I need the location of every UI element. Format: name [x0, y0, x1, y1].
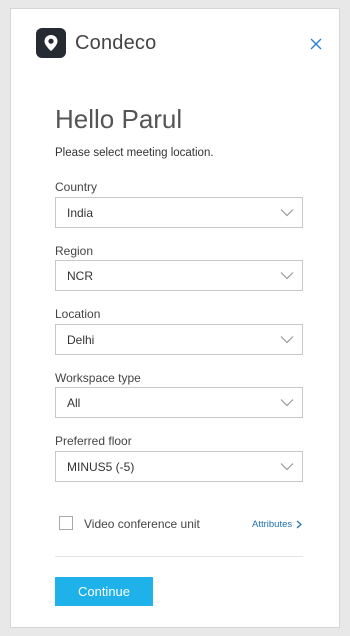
chevron-right-icon	[296, 520, 303, 529]
video-conference-checkbox[interactable]	[59, 516, 73, 530]
chevron-down-icon	[280, 336, 294, 344]
country-select[interactable]: India	[55, 197, 303, 228]
attributes-link[interactable]: Attributes	[252, 519, 303, 530]
condeco-logo	[36, 28, 66, 58]
video-conference-label: Video conference unit	[84, 517, 200, 531]
country-value: India	[67, 205, 94, 220]
close-button[interactable]	[309, 37, 323, 51]
chevron-down-icon	[280, 209, 294, 217]
location-pin-icon	[44, 35, 58, 51]
continue-button[interactable]: Continue	[55, 577, 153, 606]
chevron-down-icon	[280, 272, 294, 280]
preferred-floor-select[interactable]: MINUS5 (-5)	[55, 451, 303, 482]
chevron-down-icon	[280, 399, 294, 407]
close-icon	[310, 38, 322, 50]
workspace-type-value: All	[67, 395, 81, 410]
preferred-floor-label: Preferred floor	[55, 434, 132, 448]
divider	[55, 556, 303, 557]
country-label: Country	[55, 180, 98, 194]
subtitle: Please select meeting location.	[55, 147, 214, 159]
region-label: Region	[55, 244, 94, 258]
location-value: Delhi	[67, 332, 95, 347]
workspace-type-label: Workspace type	[55, 371, 141, 385]
workspace-type-select[interactable]: All	[55, 387, 303, 418]
chevron-down-icon	[280, 463, 294, 471]
region-select[interactable]: NCR	[55, 260, 303, 291]
location-label: Location	[55, 307, 101, 321]
greeting-title: Hello Parul	[55, 104, 183, 134]
brand-name: Condeco	[75, 32, 157, 54]
attributes-link-label: Attributes	[252, 519, 293, 530]
region-value: NCR	[67, 268, 93, 283]
location-panel: Condeco Hello Parul Please select meetin…	[10, 8, 340, 628]
preferred-floor-value: MINUS5 (-5)	[67, 459, 135, 474]
location-select[interactable]: Delhi	[55, 324, 303, 355]
